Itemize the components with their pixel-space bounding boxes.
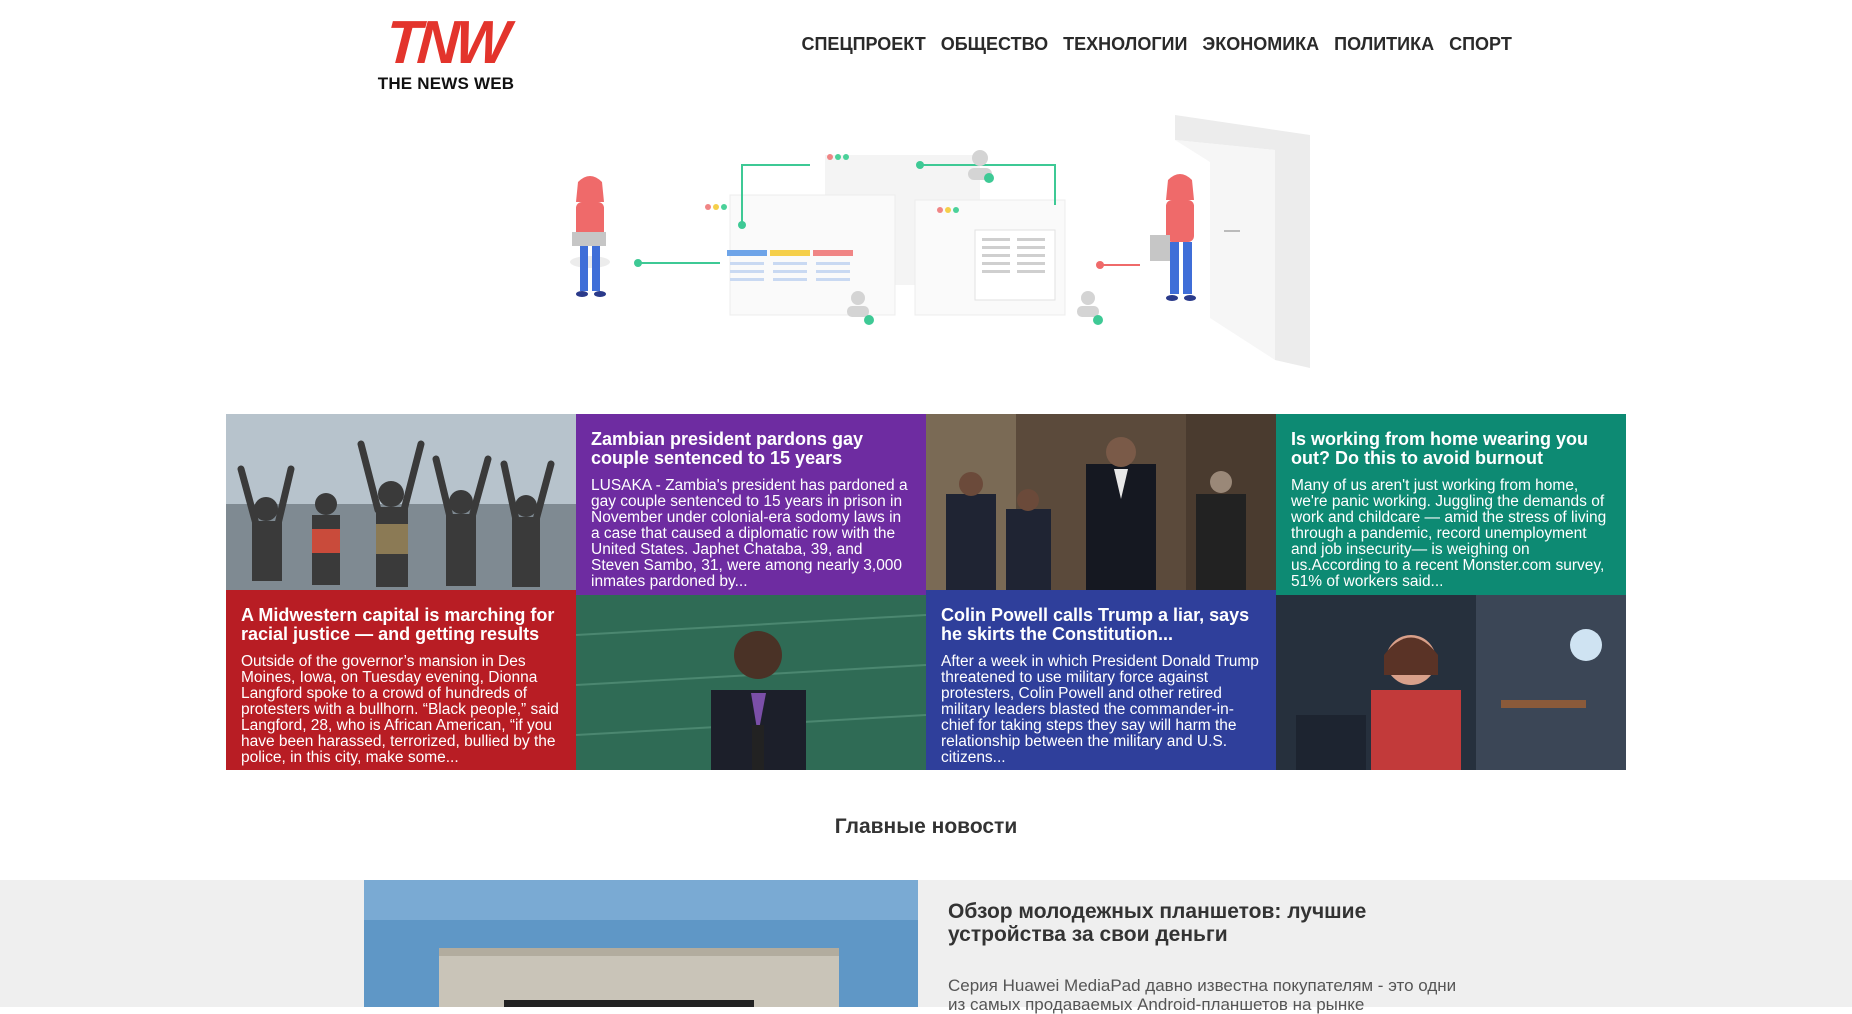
site-logo[interactable]: TNW THE NEWS WEB	[370, 8, 522, 93]
main-nav: СПЕЦПРОЕКТ ОБЩЕСТВО ТЕХНОЛОГИИ ЭКОНОМИКА…	[794, 34, 1519, 55]
news-card-powell[interactable]: Colin Powell calls Trump a liar, says he…	[926, 590, 1276, 770]
nav-item-technology[interactable]: ТЕХНОЛОГИИ	[1056, 34, 1195, 55]
nav-item-economy[interactable]: ЭКОНОМИКА	[1195, 34, 1327, 55]
featured-image[interactable]	[364, 880, 918, 1007]
news-grid: Zambian president pardons gay couple sen…	[226, 414, 1626, 770]
news-card-zambia[interactable]: Zambian president pardons gay couple sen…	[576, 414, 926, 595]
nav-item-society[interactable]: ОБЩЕСТВО	[933, 34, 1055, 55]
nav-item-sport[interactable]: СПОРТ	[1442, 34, 1520, 55]
news-title[interactable]: Colin Powell calls Trump a liar, says he…	[941, 606, 1261, 644]
featured-excerpt: Серия Huawei MediaPad давно известна пок…	[948, 976, 1457, 1014]
main-news-heading: Главные новости	[834, 815, 1018, 838]
logo-mark: TNW	[383, 8, 509, 77]
news-card-burnout[interactable]: Is working from home wearing you out? Do…	[1276, 414, 1626, 595]
news-title[interactable]: Is working from home wearing you out? Do…	[1291, 430, 1611, 468]
powell-photo	[926, 414, 1276, 590]
featured-article[interactable]: Обзор молодежных планшетов: лучшие устро…	[0, 880, 1852, 1014]
news-image-protest[interactable]	[226, 414, 576, 590]
workflow-illustration	[570, 115, 1310, 368]
news-image-zambia-president[interactable]	[576, 595, 926, 770]
zambia-president-photo	[576, 595, 926, 770]
news-excerpt: After a week in which President Donald T…	[941, 653, 1259, 766]
hero-illustration	[520, 110, 1320, 380]
news-excerpt: Many of us aren't just working from home…	[1291, 477, 1607, 590]
work-from-home-photo	[1276, 595, 1626, 770]
news-card-midwestern[interactable]: A Midwestern capital is marching for rac…	[226, 590, 576, 770]
news-title[interactable]: Zambian president pardons gay couple sen…	[591, 430, 911, 468]
tablet-photo	[364, 880, 918, 1007]
news-title[interactable]: A Midwestern capital is marching for rac…	[241, 606, 561, 644]
nav-item-politics[interactable]: ПОЛИТИКА	[1327, 34, 1442, 55]
news-excerpt: LUSAKA - Zambia's president has pardoned…	[591, 477, 908, 590]
news-excerpt: Outside of the governor’s mansion in Des…	[241, 653, 559, 766]
featured-title[interactable]: Обзор молодежных планшетов: лучшие устро…	[948, 900, 1408, 946]
site-header: TNW THE NEWS WEB СПЕЦПРОЕКТ ОБЩЕСТВО ТЕХ…	[0, 0, 1852, 100]
protest-photo	[226, 414, 576, 590]
nav-item-specproject[interactable]: СПЕЦПРОЕКТ	[794, 34, 933, 55]
news-image-powell[interactable]	[926, 414, 1276, 590]
news-image-work-from-home[interactable]	[1276, 595, 1626, 770]
logo-subtitle: THE NEWS WEB	[377, 74, 515, 93]
